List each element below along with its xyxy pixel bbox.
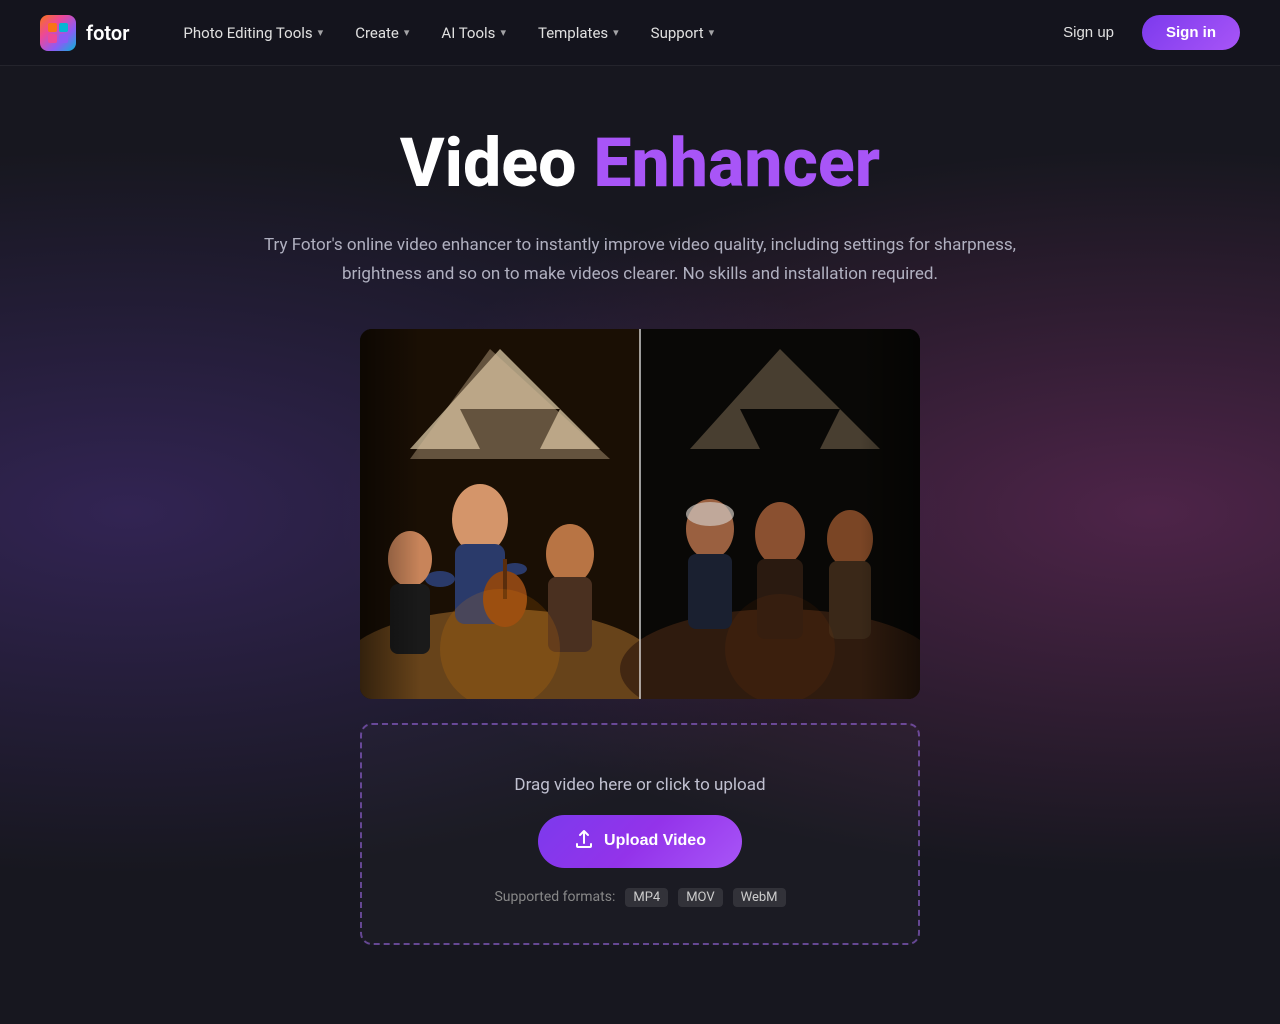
chevron-down-icon: ▾	[500, 26, 506, 39]
format-webm: WebM	[733, 888, 786, 907]
upload-icon	[574, 829, 594, 854]
nav-create[interactable]: Create ▾	[341, 16, 423, 50]
logo-link[interactable]: fotor	[40, 15, 129, 51]
signup-button[interactable]: Sign up	[1049, 16, 1128, 49]
logo-text: fotor	[86, 21, 129, 45]
format-mp4: MP4	[625, 888, 668, 907]
main-content: Video Enhancer Try Fotor's online video …	[0, 66, 1280, 985]
nav-actions: Sign up Sign in	[1049, 15, 1240, 50]
nav-ai-tools[interactable]: AI Tools ▾	[427, 16, 520, 50]
nav-support[interactable]: Support ▾	[637, 16, 728, 50]
nav-photo-editing[interactable]: Photo Editing Tools ▾	[169, 16, 337, 50]
format-mov: MOV	[678, 888, 722, 907]
navbar: fotor Photo Editing Tools ▾ Create ▾ AI …	[0, 0, 1280, 66]
nav-links: Photo Editing Tools ▾ Create ▾ AI Tools …	[169, 16, 1049, 50]
nav-templates[interactable]: Templates ▾	[524, 16, 633, 50]
video-preview	[360, 329, 920, 699]
hero-subtitle: Try Fotor's online video enhancer to ins…	[260, 231, 1020, 289]
logo-icon	[40, 15, 76, 51]
chevron-down-icon: ▾	[404, 26, 410, 39]
chevron-down-icon: ▾	[318, 26, 324, 39]
drag-drop-text: Drag video here or click to upload	[514, 775, 765, 795]
chevron-down-icon: ▾	[613, 26, 619, 39]
upload-area[interactable]: Drag video here or click to upload Uploa…	[360, 723, 920, 945]
supported-formats: Supported formats: MP4 MOV WebM	[494, 888, 785, 907]
page-title: Video Enhancer	[400, 126, 880, 201]
upload-video-button[interactable]: Upload Video	[538, 815, 742, 868]
chevron-down-icon: ▾	[709, 26, 715, 39]
signin-button[interactable]: Sign in	[1142, 15, 1240, 50]
